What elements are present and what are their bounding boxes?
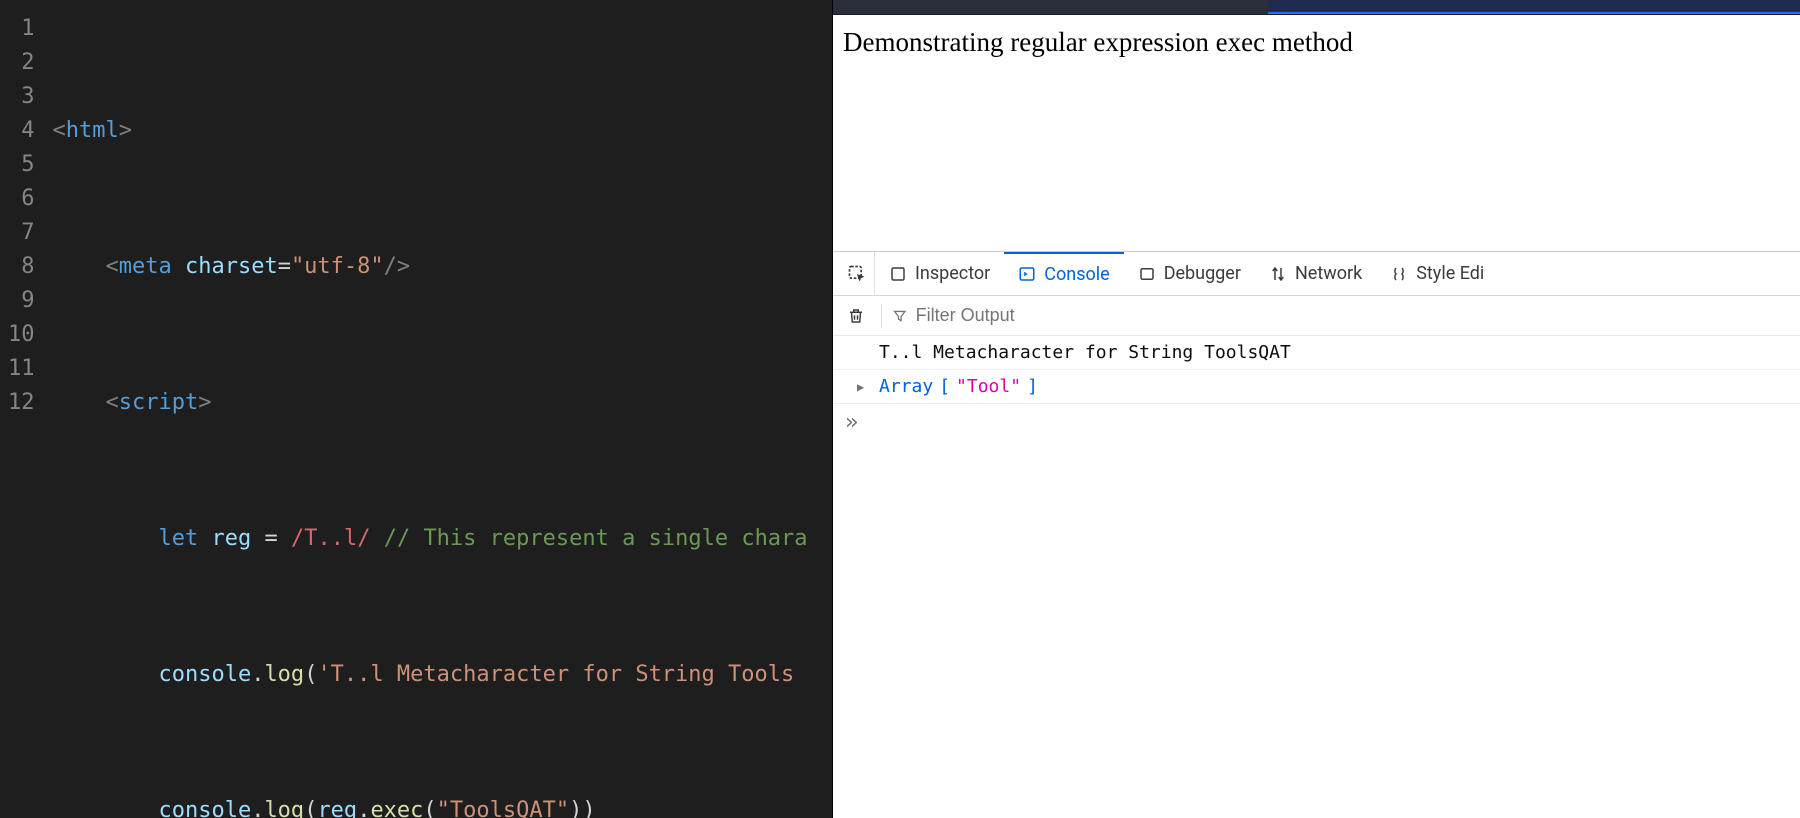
line-number: 5 [8,148,35,182]
space [198,526,211,551]
string-literal: 'T..l Metacharacter for String Tools [317,662,794,687]
page-content: Demonstrating regular expression exec me… [833,15,1800,252]
identifier: reg [317,798,357,818]
element-picker-icon [847,264,867,284]
identifier: console [158,662,251,687]
code-area[interactable]: <html> <meta charset="utf-8"/> <script> … [53,0,808,818]
element-picker-button[interactable] [839,252,875,295]
console-icon [1018,265,1036,283]
line-number: 3 [8,80,35,114]
console-log-row[interactable]: T..l Metacharacter for String ToolsQAT [833,336,1800,370]
filter-icon [892,308,908,324]
equals: = [278,254,291,279]
tab-network[interactable]: Network [1255,252,1376,295]
console-log-text: T..l Metacharacter for String ToolsQAT [879,342,1291,363]
console-toolbar [833,296,1800,336]
tab-label: Debugger [1164,263,1241,284]
prompt-icon: » [845,410,858,435]
identifier: console [158,798,251,818]
line-number-gutter: 1 2 3 4 5 6 7 8 9 10 11 12 [0,0,53,818]
tab-label: Style Edi [1416,263,1484,284]
url-bar[interactable] [1268,0,1800,14]
code-line[interactable]: console.log(reg.exec("ToolsQAT")) [53,794,808,818]
code-line[interactable]: console.log('T..l Metacharacter for Stri… [53,658,808,692]
line-number: 9 [8,284,35,318]
space [172,254,185,279]
comment: // This represent a single chara [384,526,808,551]
tab-style-editor[interactable]: Style Edi [1376,252,1498,295]
paren: ) [582,798,595,818]
tag-name: html [66,118,119,143]
line-number: 1 [8,12,35,46]
trash-icon [847,307,865,325]
space [370,526,383,551]
line-number: 7 [8,216,35,250]
tag-bracket: > [198,390,211,415]
line-number: 6 [8,182,35,216]
devtools: Inspector Console Debugger Network Style… [833,252,1800,818]
dot: . [251,662,264,687]
bracket: ] [1027,376,1038,397]
expand-triangle-icon[interactable]: ▶ [857,380,864,394]
regex-literal: /T..l/ [291,526,370,551]
tab-debugger[interactable]: Debugger [1124,252,1255,295]
tag-bracket: /> [384,254,411,279]
string-literal: "ToolsQAT" [437,798,569,818]
keyword: let [158,526,198,551]
tab-inspector[interactable]: Inspector [875,252,1004,295]
tag-bracket: < [105,390,118,415]
code-line[interactable]: let reg = /T..l/ // This represent a sin… [53,522,808,556]
line-number: 4 [8,114,35,148]
style-editor-icon [1390,265,1408,283]
console-array-row[interactable]: ▶ Array [ "Tool" ] [833,370,1800,404]
code-line[interactable]: <script> [53,386,808,420]
tag-bracket: < [105,254,118,279]
array-value: "Tool" [956,376,1021,397]
identifier: reg [211,526,251,551]
tab-label: Network [1295,263,1362,284]
inspector-icon [889,265,907,283]
equals: = [251,526,291,551]
tab-console[interactable]: Console [1004,252,1123,295]
code-editor[interactable]: 1 2 3 4 5 6 7 8 9 10 11 12 <html> <meta … [0,0,832,818]
tag-name: meta [119,254,172,279]
line-number: 10 [8,318,35,352]
method: log [264,662,304,687]
console-output[interactable]: T..l Metacharacter for String ToolsQAT ▶… [833,336,1800,818]
line-number: 11 [8,352,35,386]
dot: . [357,798,370,818]
paren: ( [423,798,436,818]
attr-value: "utf-8" [291,254,384,279]
tab-label: Inspector [915,263,990,284]
array-label: Array [879,376,933,397]
paren: ) [569,798,582,818]
tag-bracket: > [119,118,132,143]
paren: ( [304,798,317,818]
line-number: 8 [8,250,35,284]
network-icon [1269,265,1287,283]
console-filter-input[interactable] [916,305,1792,326]
code-line[interactable]: <meta charset="utf-8"/> [53,250,808,284]
filter-wrap [892,305,1792,326]
browser-chrome [833,0,1800,15]
method: log [264,798,304,818]
page-heading: Demonstrating regular expression exec me… [843,27,1353,57]
line-number: 12 [8,386,35,420]
line-number: 2 [8,46,35,80]
tag-name: script [119,390,198,415]
toolbar-divider [881,304,882,328]
attr-name: charset [185,254,278,279]
clear-console-button[interactable] [841,301,871,331]
dot: . [251,798,264,818]
browser-window: Demonstrating regular expression exec me… [832,0,1800,818]
tag-bracket: < [53,118,66,143]
method: exec [370,798,423,818]
code-line[interactable]: <html> [53,114,808,148]
bracket: [ [939,376,950,397]
tab-label: Console [1044,264,1109,285]
devtools-tabs: Inspector Console Debugger Network Style… [833,252,1800,296]
paren: ( [304,662,317,687]
debugger-icon [1138,265,1156,283]
console-prompt[interactable]: » [833,404,1800,441]
